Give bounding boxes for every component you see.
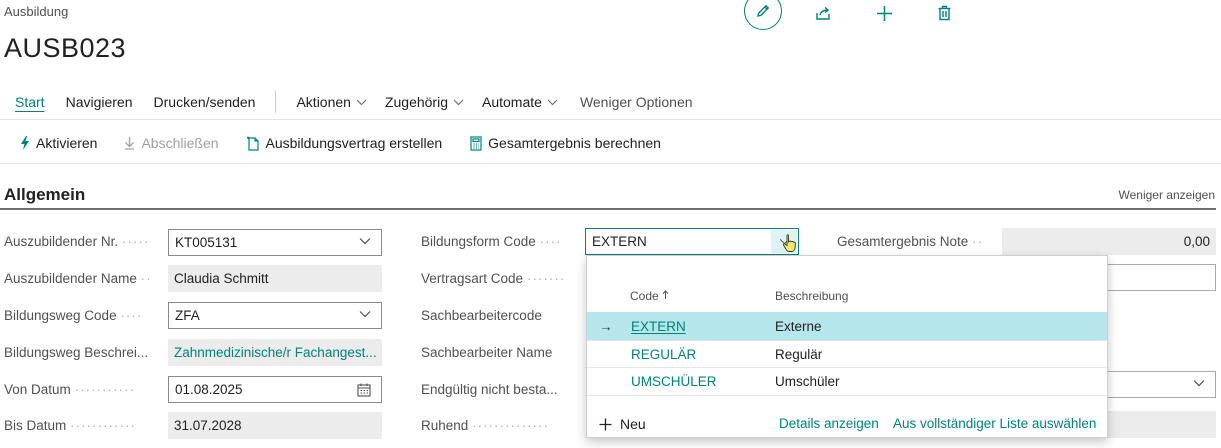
trainee-no-value: KT005131: [175, 235, 238, 250]
lookup-row[interactable]: REGULÄR Regulär: [587, 340, 1107, 368]
from-date-field[interactable]: 01.08.2025: [168, 376, 382, 403]
trainee-name-field: Claudia Schmitt: [168, 265, 382, 292]
path-desc-label: Bildungsweg Beschrei...: [4, 345, 149, 360]
pencil-icon: [757, 4, 770, 17]
calculate-total-label: Gesamtergebnis berechnen: [488, 135, 661, 151]
lookup-code[interactable]: REGULÄR: [631, 347, 696, 362]
hand-cursor-icon: [782, 234, 796, 252]
from-date-label: Von Datum ···········: [4, 382, 136, 397]
calculator-icon: [470, 135, 482, 151]
new-document-icon: [246, 136, 259, 151]
menu-actions-label: Aktionen: [296, 94, 351, 110]
lookup-description: Umschüler: [775, 373, 840, 389]
menu-fewer-options[interactable]: Weniger Optionen: [580, 94, 693, 110]
new-entry-button[interactable]: Neu: [599, 416, 646, 432]
menu-related-label: Zugehörig: [384, 94, 448, 110]
form-code-value: EXTERN: [592, 234, 647, 249]
clerk-name-label: Sachbearbeiter Name: [421, 345, 553, 360]
select-from-full-list-link[interactable]: Aus vollständiger Liste auswählen: [893, 416, 1096, 431]
trainee-no-field[interactable]: KT005131: [168, 229, 382, 256]
row-divider: [587, 395, 1107, 396]
arrow-right-icon: →: [599, 318, 613, 334]
show-details-link[interactable]: Details anzeigen: [779, 416, 879, 431]
plus-icon: [876, 5, 892, 21]
lookup-description: Regulär: [775, 346, 823, 362]
lookup-row[interactable]: → EXTERN Externe: [587, 312, 1107, 340]
column-header-description[interactable]: Beschreibung: [775, 289, 848, 303]
menu-actions[interactable]: Aktionen: [296, 94, 367, 110]
to-date-value: 31.07.2028: [174, 418, 242, 433]
lookup-row[interactable]: UMSCHÜLER Umschüler: [587, 367, 1107, 395]
lightning-icon: [21, 136, 29, 150]
chevron-down-icon: [547, 99, 558, 105]
create-contract-label: Ausbildungsvertrag erstellen: [265, 135, 443, 151]
menu-related[interactable]: Zugehörig: [385, 94, 464, 110]
chevron-down-icon: [356, 99, 367, 105]
menu-automate-label: Automate: [482, 94, 542, 110]
lookup-code[interactable]: UMSCHÜLER: [631, 374, 717, 389]
plus-icon: [599, 418, 612, 430]
download-arrow-icon: [125, 137, 135, 150]
total-grade-value: 0,00: [1183, 234, 1210, 249]
path-desc-field[interactable]: Zahnmedizinische/r Fachangest...: [168, 339, 382, 366]
breadcrumb: Ausbildung: [4, 4, 69, 19]
chevron-down-icon: [1193, 380, 1205, 387]
menu-navigate[interactable]: Navigieren: [66, 94, 133, 110]
action-menu-bar: Start Navigieren Drucken/senden Aktionen…: [0, 90, 693, 114]
menu-automate[interactable]: Automate: [482, 94, 558, 110]
menu-print-send[interactable]: Drucken/senden: [154, 94, 256, 110]
trash-icon: [938, 5, 950, 21]
clerk-code-label: Sachbearbeitercode: [421, 308, 542, 323]
delete-button[interactable]: [926, 0, 962, 26]
share-button[interactable]: [805, 0, 841, 26]
section-divider: [0, 208, 1216, 210]
column-header-code[interactable]: Code: [630, 289, 669, 303]
to-date-field: 31.07.2028: [168, 412, 382, 439]
promoted-actions-bar: Aktivieren Abschließen Ausbildungsvertra…: [0, 131, 661, 155]
share-icon: [816, 6, 830, 20]
menu-divider: [275, 91, 277, 113]
resting-label: Ruhend ··············: [421, 418, 550, 433]
final-failed-label: Endgültig nicht besta...: [421, 382, 558, 397]
chevron-down-icon: [359, 238, 371, 245]
from-date-value: 01.08.2025: [175, 382, 243, 397]
create-contract-button[interactable]: Ausbildungsvertrag erstellen: [246, 135, 443, 151]
form-code-label: Bildungsform Code ····: [421, 234, 562, 249]
trainee-name-label: Auszubildender Name ··: [4, 271, 152, 286]
total-grade-label: Gesamtergebnis Note ··: [837, 234, 984, 249]
complete-label: Abschließen: [141, 135, 219, 151]
new-entry-label: Neu: [620, 416, 646, 432]
lookup-dropdown: Code Beschreibung → EXTERN Externe REGUL…: [586, 255, 1108, 438]
chevron-down-icon: [453, 99, 464, 105]
path-code-value: ZFA: [175, 308, 200, 323]
page-title: AUSB023: [4, 33, 127, 63]
calendar-icon[interactable]: [357, 383, 371, 397]
to-date-label: Bis Datum ············: [4, 418, 136, 433]
section-title[interactable]: Allgemein: [4, 185, 85, 205]
trainee-no-label: Auszubildender Nr. ·····: [4, 234, 150, 249]
lookup-code[interactable]: EXTERN: [631, 319, 686, 334]
divider: [0, 119, 1221, 120]
chevron-down-icon: [359, 311, 371, 318]
calculate-total-button[interactable]: Gesamtergebnis berechnen: [470, 135, 661, 151]
sort-ascending-icon: [662, 290, 669, 299]
path-code-field[interactable]: ZFA: [168, 302, 382, 329]
edit-button[interactable]: [744, 0, 782, 30]
divider: [0, 163, 1221, 164]
complete-button[interactable]: Abschließen: [124, 135, 219, 151]
show-less-link[interactable]: Weniger anzeigen: [1118, 188, 1215, 202]
lookup-description: Externe: [775, 318, 822, 334]
path-desc-value: Zahnmedizinische/r Fachangest...: [174, 345, 377, 360]
path-code-label: Bildungsweg Code ····: [4, 308, 143, 323]
activate-button[interactable]: Aktivieren: [20, 135, 97, 151]
total-grade-field: 0,00: [1002, 228, 1216, 255]
new-button[interactable]: [866, 0, 902, 26]
trainee-name-value: Claudia Schmitt: [174, 271, 269, 286]
menu-start[interactable]: Start: [15, 94, 45, 110]
form-code-field[interactable]: EXTERN: [585, 228, 799, 255]
activate-label: Aktivieren: [36, 135, 98, 151]
contract-type-label: Vertragsart Code ·······: [421, 271, 566, 286]
